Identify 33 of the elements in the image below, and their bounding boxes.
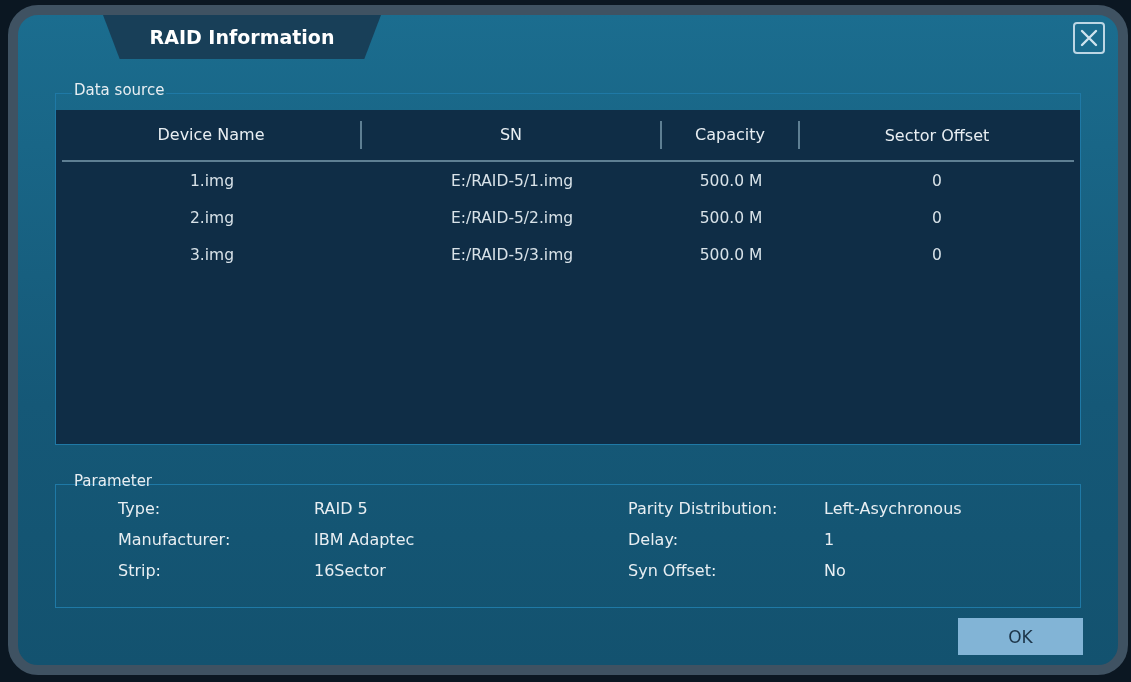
field-label: Syn Offset: <box>628 561 718 580</box>
table-cell-text: 0 <box>931 245 943 264</box>
column-header[interactable]: SN <box>362 121 662 149</box>
close-icon <box>1078 27 1100 49</box>
field-label: Parity Distribution: <box>628 499 779 518</box>
field-value: IBM Adaptec <box>314 530 416 549</box>
field-value: Left-Asychronous <box>824 499 963 518</box>
table-cell-text: 1.img <box>188 171 235 190</box>
dialog-title: RAID Information <box>103 15 381 59</box>
group-label: Parameter <box>73 472 154 490</box>
table-cell-text: 500.0 M <box>698 245 764 264</box>
close-button[interactable] <box>1073 22 1105 54</box>
table-cell-text: E:/RAID-5/3.img <box>449 245 575 264</box>
column-header[interactable]: Capacity <box>662 121 800 149</box>
table-cell-text: 500.0 M <box>698 171 764 190</box>
table-cell-text: 2.img <box>188 208 235 227</box>
table-cell-text: 3.img <box>188 245 235 264</box>
table-cell-text: E:/RAID-5/2.img <box>449 208 575 227</box>
field-label: Strip: <box>118 561 162 580</box>
table-cell-text: E:/RAID-5/1.img <box>449 171 575 190</box>
field-label: Type: <box>118 499 162 518</box>
field-value: 16Sector <box>314 561 387 580</box>
field-value: 1 <box>824 530 836 549</box>
field-value: No <box>824 561 847 580</box>
table-cell-text: 0 <box>931 208 943 227</box>
table-cell-text: 500.0 M <box>698 208 764 227</box>
column-header[interactable]: Sector Offset <box>800 125 1074 145</box>
field-label: Delay: <box>628 530 680 549</box>
field-label: Manufacturer: <box>118 530 232 549</box>
ok-button[interactable]: OK <box>958 618 1083 655</box>
field-value: RAID 5 <box>314 499 369 518</box>
table-cell-text: 0 <box>931 171 943 190</box>
column-header[interactable]: Device Name <box>62 121 362 149</box>
